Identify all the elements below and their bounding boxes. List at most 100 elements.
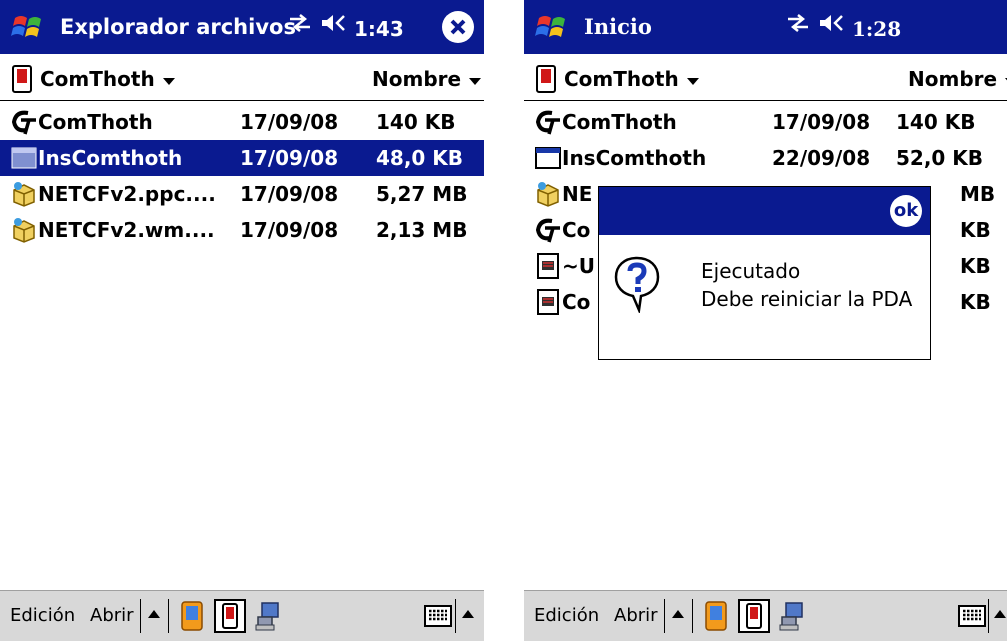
list-header: ComThoth Nombre xyxy=(0,58,484,101)
file-row-netcf-ppc[interactable]: NETCFv2.ppc.... 17/09/08 5,27 MB xyxy=(0,176,484,212)
status-area: 1:28 xyxy=(786,0,901,54)
file-size: KB xyxy=(960,218,991,242)
file-date: 22/09/08 xyxy=(772,146,871,170)
title-bar: Explorador archivos 1:43 xyxy=(0,0,484,54)
window-app-icon xyxy=(535,147,561,169)
clock: 1:43 xyxy=(354,16,404,41)
file-size: 2,13 MB xyxy=(376,218,468,242)
menu-open[interactable]: Abrir xyxy=(614,591,658,641)
ct-logo-icon xyxy=(11,110,36,135)
file-name: NETCFv2.wm.... xyxy=(38,218,215,242)
list-header: ComThoth Nombre xyxy=(524,58,1007,101)
orange-pda-icon[interactable] xyxy=(178,599,206,633)
file-name: NETCFv2.ppc.... xyxy=(38,182,216,206)
file-size: 140 KB xyxy=(896,110,976,134)
menu-edit[interactable]: Edición xyxy=(534,591,599,641)
file-row-comthoth[interactable]: ComThoth 17/09/08 140 KB xyxy=(524,104,1007,140)
chevron-down-icon xyxy=(162,77,175,85)
file-name: InsComthoth xyxy=(562,146,707,170)
pda-device-icon xyxy=(536,65,556,93)
generic-file-icon xyxy=(11,147,37,169)
connectivity-icon[interactable] xyxy=(786,12,810,34)
connectivity-icon[interactable] xyxy=(288,12,312,34)
file-name: NE xyxy=(562,182,593,206)
dialog-message-line2: Debe reiniciar la PDA xyxy=(701,287,913,311)
menu-bar: Edición Abrir xyxy=(524,590,1007,641)
file-date: 17/09/08 xyxy=(772,110,871,134)
keyboard-icon[interactable] xyxy=(958,604,986,628)
up-arrow-icon[interactable] xyxy=(148,610,160,618)
file-size: KB xyxy=(960,290,991,314)
dialog-message-line1: Ejecutado xyxy=(701,259,801,283)
menu-edit[interactable]: Edición xyxy=(10,591,75,641)
speaker-icon[interactable] xyxy=(818,12,844,34)
status-area: 1:43 xyxy=(288,0,404,54)
chevron-down-icon xyxy=(469,77,482,85)
folder-dropdown[interactable]: ComThoth xyxy=(536,62,699,96)
dialog-title-bar: ok xyxy=(599,187,930,235)
sort-label: Nombre xyxy=(908,67,998,91)
ct-logo-icon xyxy=(535,110,560,135)
file-size: 5,27 MB xyxy=(376,182,468,206)
file-row-comthoth[interactable]: ComThoth 17/09/08 140 KB xyxy=(0,104,484,140)
file-date: 17/09/08 xyxy=(240,146,339,170)
separator xyxy=(455,599,456,633)
separator xyxy=(140,599,141,633)
file-name: ComThoth xyxy=(38,110,153,134)
sip-up-arrow-icon[interactable] xyxy=(462,610,474,618)
file-name: ComThoth xyxy=(562,110,677,134)
file-list: ComThoth 17/09/08 140 KB InsComthoth 17/… xyxy=(0,104,484,248)
menu-open[interactable]: Abrir xyxy=(90,591,134,641)
up-arrow-icon[interactable] xyxy=(672,610,684,618)
file-name: InsComthoth xyxy=(38,146,183,170)
ct-logo-icon xyxy=(535,218,560,243)
file-date: 17/09/08 xyxy=(240,110,339,134)
folder-label: ComThoth xyxy=(40,67,155,91)
sip-up-arrow-icon[interactable] xyxy=(994,610,1006,618)
pda-device-icon[interactable] xyxy=(214,599,246,633)
file-name: ~U xyxy=(562,254,595,278)
network-computer-icon[interactable] xyxy=(778,599,806,633)
speaker-icon[interactable] xyxy=(320,12,346,34)
file-size: 52,0 KB xyxy=(896,146,984,170)
window-title: Explorador archivos xyxy=(60,15,296,39)
file-date: 17/09/08 xyxy=(240,182,339,206)
folder-label: ComThoth xyxy=(564,67,679,91)
left-pda-screen: Explorador archivos 1:43 ComThoth Nombre… xyxy=(0,0,484,641)
chevron-down-icon xyxy=(686,77,699,85)
orange-pda-icon[interactable] xyxy=(702,599,730,633)
message-dialog: ok Ejecutado Debe reiniciar la PDA xyxy=(598,186,931,360)
close-button[interactable] xyxy=(442,11,474,43)
file-row-netcf-wm[interactable]: NETCFv2.wm.... 17/09/08 2,13 MB xyxy=(0,212,484,248)
window-title: Inicio xyxy=(584,14,652,39)
right-pda-screen: Inicio 1:28 ComThoth Nombre ComThoth 17/… xyxy=(524,0,1007,641)
pda-device-icon[interactable] xyxy=(738,599,770,633)
keyboard-icon[interactable] xyxy=(424,604,452,628)
menu-bar: Edición Abrir xyxy=(0,590,484,641)
file-date: 17/09/08 xyxy=(240,218,339,242)
pda-device-icon xyxy=(12,65,32,93)
title-bar: Inicio 1:28 xyxy=(524,0,1007,54)
windows-start-icon[interactable] xyxy=(534,9,572,45)
windows-start-icon[interactable] xyxy=(10,9,48,45)
sort-label: Nombre xyxy=(372,67,462,91)
separator xyxy=(692,599,693,633)
text-document-icon xyxy=(537,253,559,279)
file-name: Co xyxy=(562,218,591,242)
separator xyxy=(168,599,169,633)
close-icon xyxy=(450,19,466,35)
sort-dropdown[interactable]: Nombre xyxy=(372,62,482,96)
file-size: 140 KB xyxy=(376,110,456,134)
sort-dropdown[interactable]: Nombre xyxy=(908,62,1007,96)
clock: 1:28 xyxy=(852,16,902,41)
file-name: Co xyxy=(562,290,591,314)
cab-package-icon xyxy=(537,182,559,207)
file-size: KB xyxy=(960,254,991,278)
file-row-inscomthoth[interactable]: InsComthoth 22/09/08 52,0 KB xyxy=(524,140,1007,176)
file-row-inscomthoth[interactable]: InsComthoth 17/09/08 48,0 KB xyxy=(0,140,484,176)
folder-dropdown[interactable]: ComThoth xyxy=(12,62,175,96)
file-size: MB xyxy=(960,182,996,206)
network-computer-icon[interactable] xyxy=(254,599,282,633)
ok-button[interactable]: ok xyxy=(890,195,922,227)
cab-package-icon xyxy=(13,218,35,243)
